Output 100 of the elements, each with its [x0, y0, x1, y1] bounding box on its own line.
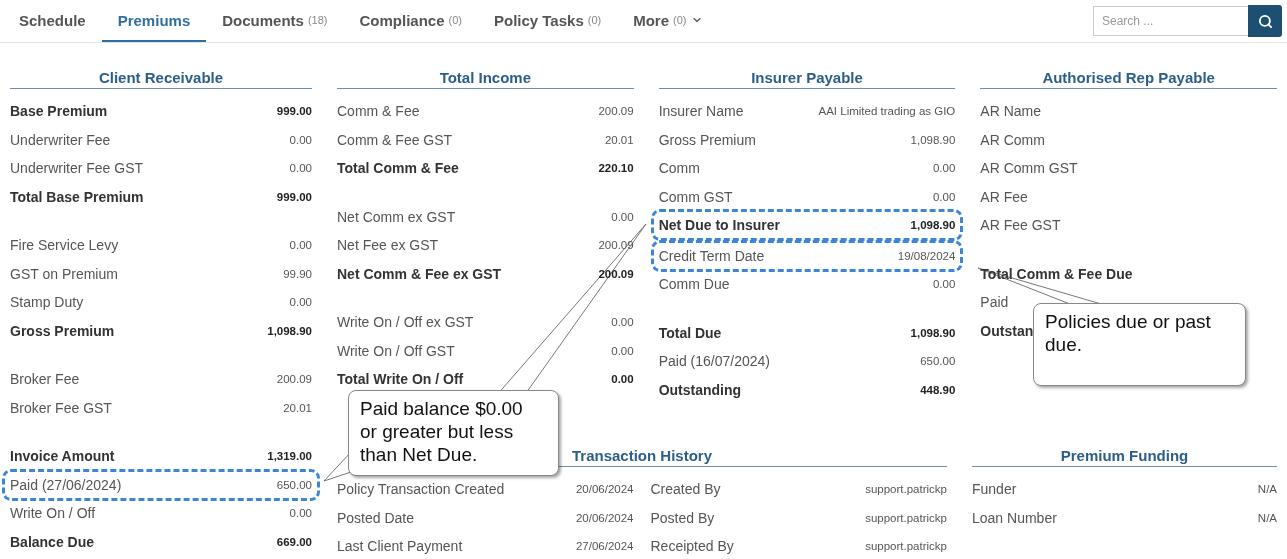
field-label: Comm Due	[658, 276, 730, 292]
field-label: Funder	[972, 481, 1017, 497]
field-label: Net Comm ex GST	[337, 208, 456, 225]
field-label: Net Comm & Fee ex GST	[337, 265, 502, 282]
field-value: 20.01	[283, 401, 312, 414]
field-value: 999.00	[276, 190, 312, 203]
field-value: AAI Limited trading as GIO	[818, 105, 956, 118]
field-value: 200.09	[598, 239, 634, 252]
field-label: Outstan	[980, 322, 1034, 339]
field-label: Fire Service Levy	[10, 237, 119, 254]
field-label: Loan Number	[972, 509, 1057, 526]
field-label: Insurer Name	[658, 103, 744, 120]
field-label: Posted Date	[337, 509, 415, 526]
field-label: AR Comm	[980, 131, 1045, 148]
field-value: 1,098.90	[910, 219, 956, 232]
field-value: 200.09	[276, 373, 312, 386]
field-label: AR Fee GST	[980, 217, 1061, 234]
tab[interactable]: More (0)	[617, 0, 719, 42]
field-value: 0.00	[289, 133, 312, 146]
tab[interactable]: Compliance (0)	[343, 0, 478, 42]
tab-count: (0)	[587, 14, 602, 26]
field-label: Base Premium	[10, 103, 108, 120]
field-value: 200.09	[598, 267, 634, 280]
section-heading: Total Income	[337, 69, 634, 89]
field-label: AR Fee	[980, 188, 1028, 205]
field-label: Gross Premium	[10, 322, 115, 339]
field-label: Created By	[650, 481, 721, 497]
field-value: 99.90	[283, 267, 312, 280]
tab[interactable]: Documents (18)	[206, 0, 344, 42]
field-label: Underwriter Fee	[10, 131, 111, 148]
field-label: Last Client Payment	[337, 538, 463, 554]
field-label: Receipted By	[650, 538, 734, 554]
field-value: 0.00	[289, 239, 312, 252]
field-label: Net Due to Insurer	[658, 217, 780, 234]
section-heading: Insurer Payable	[658, 69, 956, 89]
field-value: 0.00	[932, 278, 956, 290]
field-label: Balance Due	[10, 533, 95, 550]
field-label: Stamp Duty	[10, 294, 84, 311]
tab[interactable]: Premiums	[101, 0, 207, 42]
field-label: Invoice Amount	[10, 448, 115, 465]
field-label: Write On / Off	[10, 505, 96, 522]
field-value: 0.00	[932, 162, 956, 175]
field-value: 0.00	[932, 190, 956, 203]
search-button[interactable]	[1248, 5, 1282, 37]
field-value: 0.00	[611, 316, 634, 329]
field-label: Comm & Fee GST	[337, 131, 453, 148]
field-label: Underwriter Fee GST	[10, 160, 144, 177]
field-value: 669.00	[276, 535, 312, 548]
field-value: 650.00	[920, 355, 956, 367]
field-value: 20/06/2024	[575, 483, 634, 495]
field-value: 27/06/2024	[575, 540, 634, 552]
field-value: 1,319.00	[267, 450, 312, 463]
field-value: 20.01	[604, 133, 634, 146]
callout: Paid balance $0.00 or greater but less than Net Due.	[348, 390, 559, 476]
field-value: 0.00	[611, 210, 634, 223]
search-field[interactable]: Search ...	[1093, 6, 1248, 36]
field-value: 999.00	[276, 105, 312, 118]
tab[interactable]: Policy Tasks (0)	[477, 0, 618, 42]
tab[interactable]: Schedule	[3, 0, 102, 42]
field-label: Comm & Fee	[337, 103, 420, 120]
field-label: Outstanding	[658, 381, 742, 398]
field-label: Net Fee ex GST	[337, 237, 439, 254]
field-label: AR Comm GST	[980, 160, 1078, 177]
field-value: 448.90	[920, 383, 956, 396]
field-value: 200.09	[598, 105, 634, 118]
field-value: 0.00	[611, 373, 634, 386]
field-label: Policy Transaction Created	[337, 481, 505, 497]
field-label: Paid (27/06/2024)	[10, 476, 122, 493]
field-label: Gross Premium	[658, 131, 756, 148]
field-label: Total Comm & Fee	[337, 160, 459, 177]
field-label: Total Due	[658, 324, 722, 341]
field-value: 0.00	[289, 296, 312, 309]
field-value: 0.00	[289, 162, 312, 175]
field-value: 1,098.90	[910, 133, 956, 146]
field-value: 0.00	[611, 344, 634, 357]
tab-count: (18)	[307, 14, 328, 26]
field-value: support.patrickp	[865, 540, 947, 552]
field-value: 19/08/2024	[897, 249, 956, 262]
field-label: GST on Premium	[10, 265, 118, 282]
section-heading: Client Receivable	[10, 69, 312, 89]
section-heading: Authorised Rep Payable	[980, 69, 1277, 89]
field-value: support.patrickp	[865, 511, 947, 524]
field-value: 220.10	[598, 162, 634, 175]
field-value: 650.00	[276, 478, 312, 491]
section-heading: Premium Funding	[972, 446, 1277, 467]
field-label: AR Name	[980, 103, 1041, 120]
field-label: Total Base Premium	[10, 188, 144, 205]
field-label: Credit Term Date	[658, 247, 765, 264]
field-label: Comm	[658, 160, 700, 177]
field-label: Write On / Off GST	[337, 342, 455, 359]
field-value: N/A	[1257, 511, 1277, 524]
field-label: Paid	[980, 294, 1009, 311]
field-label: Write On / Off ex GST	[337, 314, 474, 331]
search-icon	[1257, 13, 1273, 29]
field-value: 1,098.90	[910, 326, 956, 339]
field-value: 0.00	[289, 507, 312, 520]
tab-count: (0)	[673, 14, 687, 26]
field-value: 20/06/2024	[575, 511, 634, 524]
field-label: Paid (16/07/2024)	[658, 353, 770, 369]
field-value: support.patrickp	[865, 483, 947, 495]
